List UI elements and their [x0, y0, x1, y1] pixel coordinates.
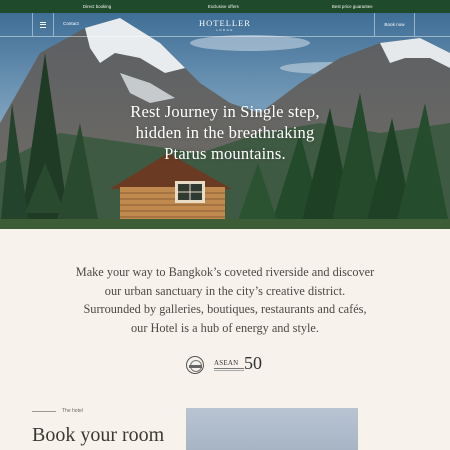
menu-button[interactable]	[32, 13, 54, 36]
hero-banner: Rest Journey in Single step, hidden in t…	[0, 13, 450, 229]
asean-number: 50	[244, 353, 262, 373]
intro-line: our urban sanctuary in the city’s creati…	[104, 283, 346, 298]
asean-award-logo: ASEAN 50	[214, 353, 266, 375]
logo-name: HOTELLER	[199, 18, 251, 28]
intro-line: our Hotel is a hub of energy and style.	[131, 320, 319, 335]
hero-headline-line: hidden in the breathraking	[135, 123, 315, 142]
book-now-button[interactable]: Book now	[374, 13, 415, 36]
contact-link[interactable]: Contact	[63, 21, 79, 26]
intro-line: Surrounded by galleries, boutiques, rest…	[83, 302, 367, 317]
exclusive-offers-text: Exclusive offers	[208, 3, 239, 9]
section-label: The hotel	[62, 408, 83, 414]
intro-paragraph: Make your way to Bangkok’s coveted river…	[58, 263, 392, 337]
nav-divider	[0, 36, 450, 37]
awards-row: ASEAN 50	[186, 353, 266, 375]
logo-subtitle: LODGE	[216, 28, 234, 32]
room-photo	[186, 408, 358, 450]
main-navigation: Contact HOTELLER LODGE Book now	[0, 13, 450, 37]
hero-headline-line: Ptarus mountains.	[164, 144, 286, 163]
hero-headline-line: Rest Journey in Single step,	[130, 102, 320, 121]
hamburger-icon	[40, 21, 46, 28]
top-announcement-bar: Direct booking Exclusive offers Best pri…	[0, 0, 450, 13]
hero-headline: Rest Journey in Single step, hidden in t…	[100, 101, 350, 164]
section-divider	[32, 411, 56, 412]
asean-divider	[214, 370, 244, 371]
best-price-text: Best price guarantee	[332, 3, 373, 9]
intro-line: Make your way to Bangkok’s coveted river…	[75, 265, 375, 279]
asean-text: ASEAN	[214, 359, 239, 367]
direct-booking-text: Direct booking	[83, 3, 112, 9]
asean-divider	[214, 368, 244, 369]
book-room-heading: Book your room	[32, 424, 165, 446]
award-seal-icon	[186, 356, 204, 374]
hotel-logo[interactable]: HOTELLER LODGE	[195, 18, 255, 32]
